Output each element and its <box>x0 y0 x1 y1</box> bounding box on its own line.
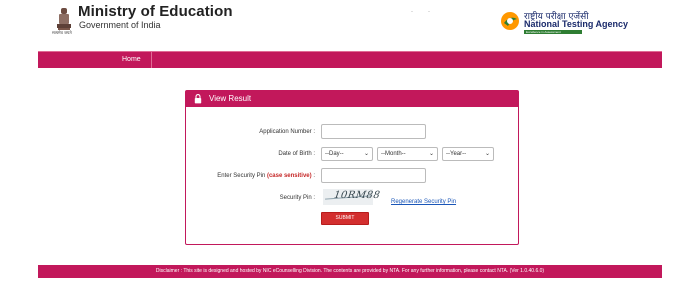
captcha-label: Security Pin : <box>279 195 315 201</box>
footer-disclaimer: Disclaimer : This site is designed and h… <box>38 265 662 278</box>
chevron-down-icon: ⌄ <box>428 151 434 157</box>
card-title: View Result <box>209 94 252 103</box>
captcha-text: 10RM88 <box>333 190 381 201</box>
emblem-caption: सत्यमेव जयते <box>52 30 72 35</box>
ministry-title: Ministry of Education <box>78 3 233 20</box>
security-pin-label-prefix: Enter Security Pin <box>217 173 267 179</box>
dob-year-select[interactable]: --Year-- ⌄ <box>442 147 494 161</box>
lock-icon <box>194 94 202 104</box>
site-header: सत्यमेव जयते Ministry of Education Gover… <box>0 0 695 50</box>
dob-year-value: --Year-- <box>446 151 467 157</box>
dob-month-value: --Month-- <box>381 151 406 157</box>
dob-day-select[interactable]: --Day-- ⌄ <box>321 147 373 161</box>
regenerate-security-pin-link[interactable]: Regenerate Security Pin <box>391 199 456 205</box>
nta-logo-icon <box>501 12 519 30</box>
decor-dot: · <box>428 9 430 15</box>
captcha-image: 10RM88 <box>323 189 381 205</box>
nta-tagline: Excellence in Assessment <box>524 30 582 34</box>
chevron-down-icon: ⌄ <box>363 151 369 157</box>
security-pin-input[interactable] <box>321 168 426 183</box>
security-pin-input-label: Enter Security Pin (case sensitive) : <box>217 173 315 179</box>
dob-day-value: --Day-- <box>325 151 344 157</box>
view-result-card: View Result Application Number : Date of… <box>185 90 519 245</box>
case-sensitive-note: (case sensitive) <box>266 173 312 179</box>
decor-dot: · <box>411 9 413 15</box>
nta-tagline-text: Excellence in Assessment <box>526 30 561 34</box>
application-number-label: Application Number : <box>259 129 315 135</box>
dob-month-select[interactable]: --Month-- ⌄ <box>377 147 438 161</box>
nta-name: National Testing Agency <box>524 19 629 29</box>
card-header: View Result <box>186 91 518 107</box>
date-of-birth-label: Date of Birth : <box>278 151 315 157</box>
application-number-input[interactable] <box>321 124 426 139</box>
nav-home-link[interactable]: Home <box>112 52 152 68</box>
main-nav: Home <box>38 51 662 68</box>
submit-button[interactable]: SUBMIT <box>321 212 369 225</box>
chevron-down-icon: ⌄ <box>484 151 490 157</box>
ministry-subtitle: Government of India <box>79 20 161 30</box>
security-pin-label-suffix: : <box>311 173 315 179</box>
